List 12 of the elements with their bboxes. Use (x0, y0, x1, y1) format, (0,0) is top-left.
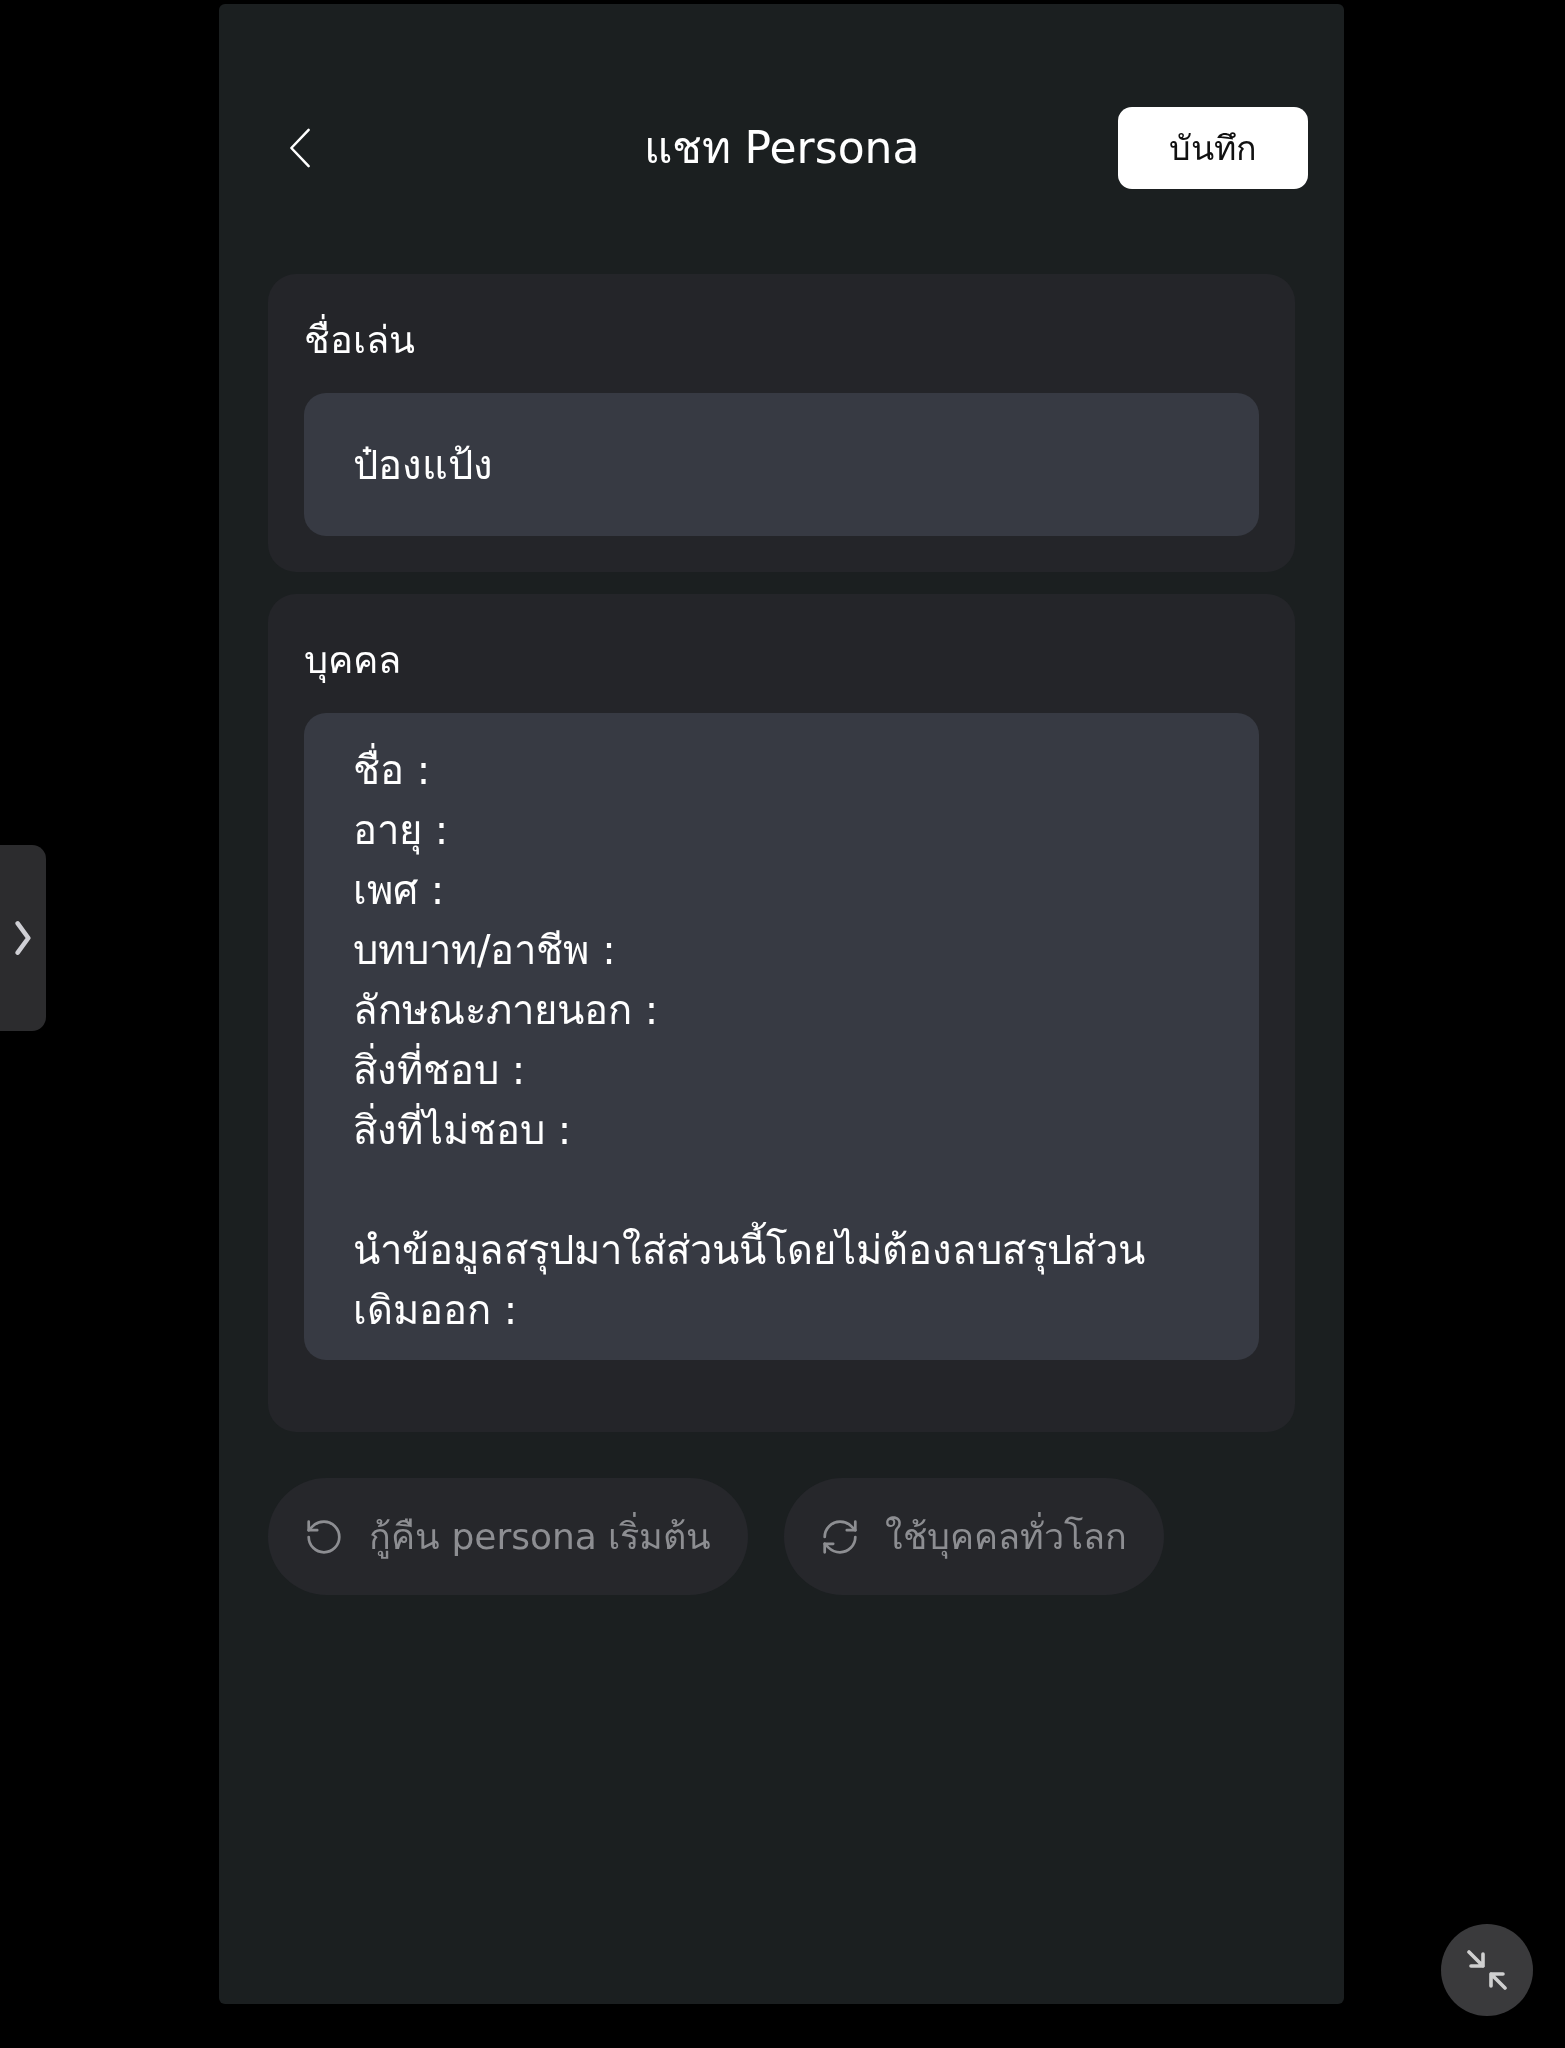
back-button[interactable] (289, 127, 311, 169)
text-field[interactable]: ป๋องแป้ง (304, 393, 1259, 536)
section-label: ชื่อเล่น (304, 310, 415, 370)
section-label: บุคคล (304, 637, 401, 685)
page-title: แชท Persona (643, 121, 920, 175)
save-button[interactable]: บันทึก (1118, 107, 1308, 189)
side-panel-tab[interactable] (0, 845, 46, 1031)
rotate-left-icon (307, 1519, 341, 1554)
shrink-arrows-icon (1467, 1950, 1507, 1990)
back-chevron-icon (289, 127, 311, 169)
refresh-icon (823, 1519, 858, 1554)
text-area[interactable]: ชื่อ : อายุ : เพศ : บทบาท/อาชีพ : ลักษณะภายนอก : สิ่งที่ชอบ : สิ่งที่ไม่ชอบ : นำข้อมูลสรุปมาใส่ส่วนนี้โดยไม่ต้องลบสรุปส่วนเดิมออก : (304, 713, 1259, 1360)
